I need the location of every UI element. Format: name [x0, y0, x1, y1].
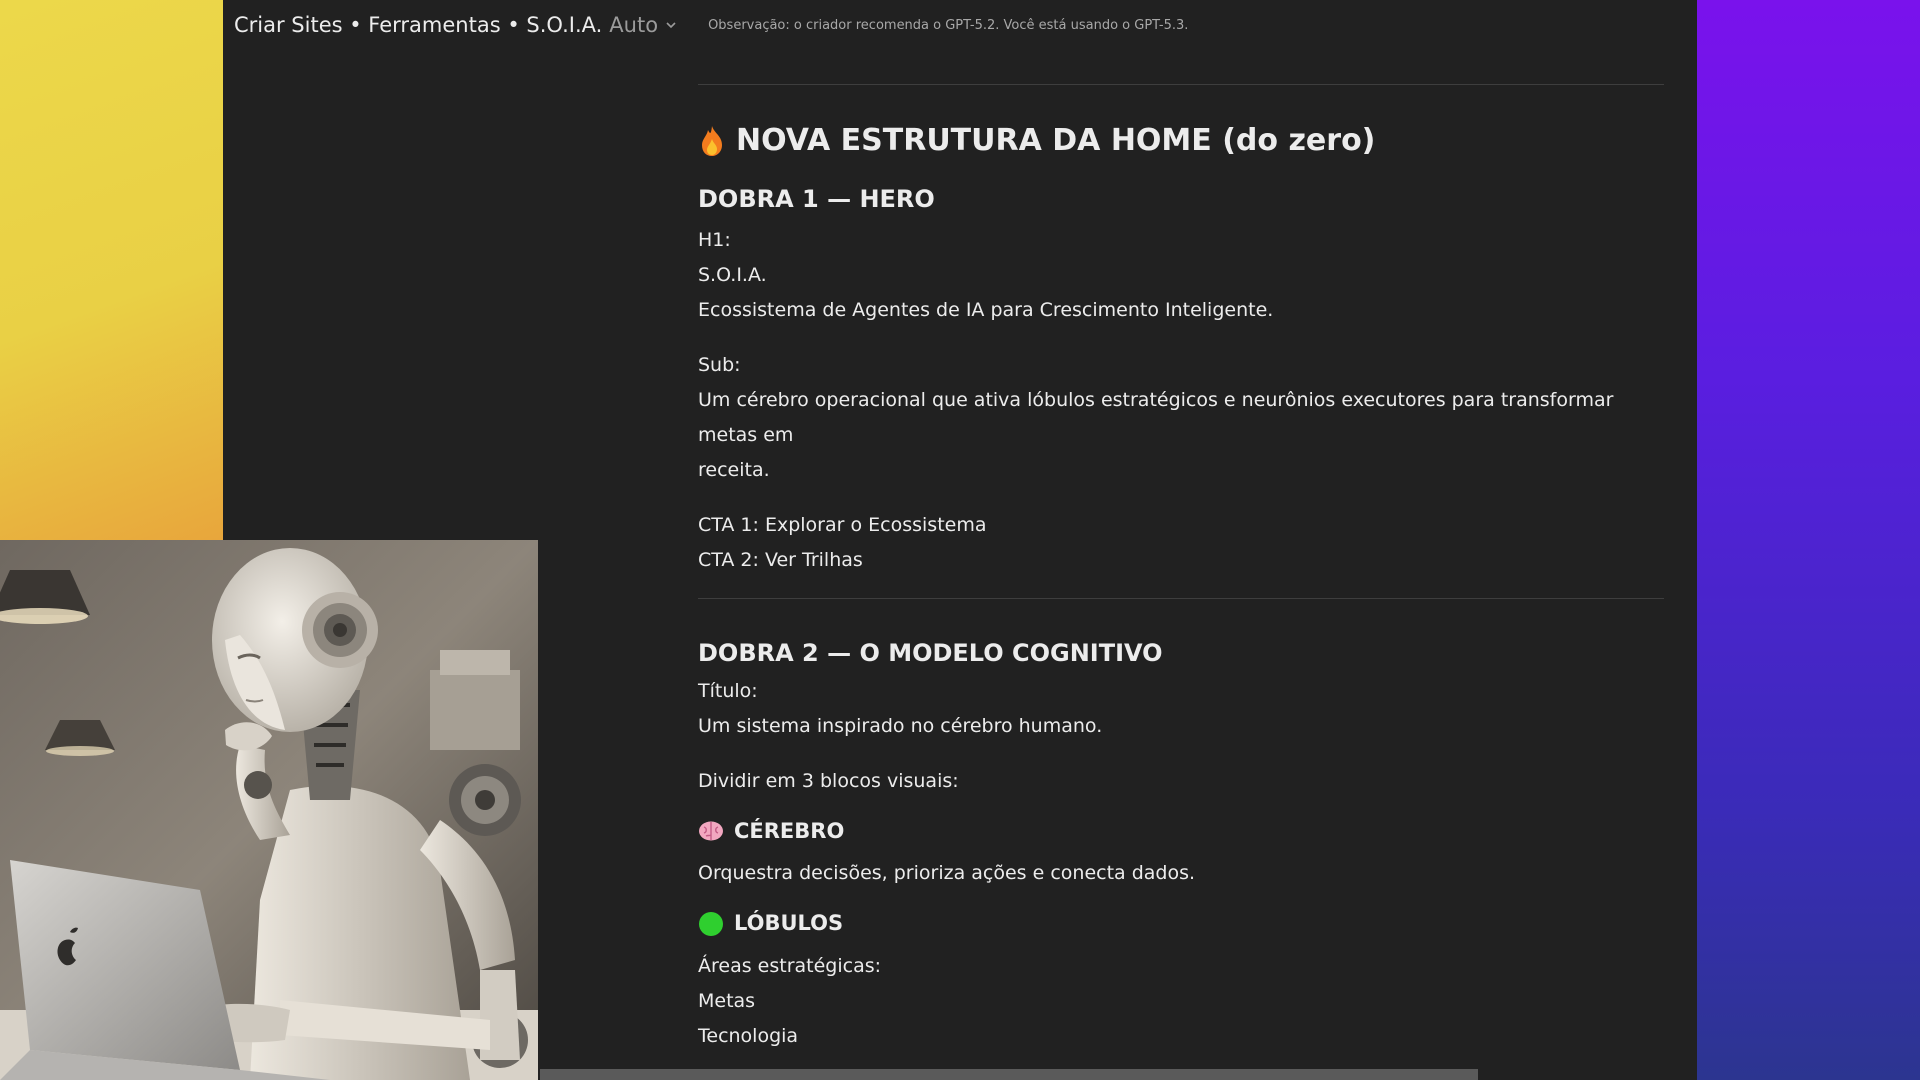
gpt-title: Criar Sites • Ferramentas • S.O.I.A. [234, 13, 603, 37]
right-gradient-background [1697, 0, 1920, 1080]
cerebro-desc: Orquestra decisões, prioriza ações e con… [698, 861, 1196, 884]
brain-icon [699, 821, 723, 841]
cerebro-title: CÉREBRO [734, 818, 845, 843]
divider [698, 597, 1664, 599]
dividir-text: Dividir em 3 blocos visuais: [698, 769, 959, 792]
assistant-message: NOVA ESTRUTURA DA HOME (do zero) DOBRA 1… [698, 84, 1664, 1054]
model-notice: Observação: o criador recomenda o GPT-5.… [708, 17, 1189, 33]
titulo-label: Título: [698, 679, 758, 702]
heading-text: NOVA ESTRUTURA DA HOME (do zero) [736, 123, 1376, 158]
cerebro-heading: CÉREBRO [698, 819, 1664, 844]
sub-label: Sub: [698, 353, 741, 376]
h1-line-2: Ecossistema de Agentes de IA para Cresci… [698, 298, 1274, 321]
model-mode: Auto [609, 13, 659, 37]
sub-line-1: Um cérebro operacional que ativa lóbulos… [698, 388, 1614, 446]
horizontal-scrollbar[interactable] [540, 1069, 1478, 1080]
green-circle-icon [699, 911, 723, 936]
cta-1: CTA 1: Explorar o Ecossistema [698, 513, 987, 536]
robot-illustration [0, 540, 538, 1080]
robot-laptop-image [0, 540, 538, 1080]
sub-line-2: receita. [698, 458, 770, 481]
model-selector[interactable]: Criar Sites • Ferramentas • S.O.I.A. Aut… [234, 13, 678, 37]
titulo-value: Um sistema inspirado no cérebro humano. [698, 714, 1103, 737]
top-bar: Criar Sites • Ferramentas • S.O.I.A. Aut… [223, 0, 1697, 50]
left-gradient-background [0, 0, 223, 540]
section-1-title: DOBRA 1 — HERO [698, 185, 935, 213]
h1-line-1: S.O.I.A. [698, 263, 767, 286]
lobulos-title: LÓBULOS [734, 911, 844, 936]
section-2-title: DOBRA 2 — O MODELO COGNITIVO [698, 638, 1163, 667]
chevron-down-icon [666, 22, 676, 29]
fire-icon [702, 126, 722, 156]
cta-2: CTA 2: Ver Trilhas [698, 548, 863, 571]
list-item: Tecnologia [698, 1024, 799, 1047]
message-heading: NOVA ESTRUTURA DA HOME (do zero) [698, 123, 1664, 159]
divider [698, 84, 1664, 85]
lobulos-label: Áreas estratégicas: [698, 954, 882, 977]
lobulos-heading: LÓBULOS [698, 911, 1664, 937]
list-item: Metas [698, 989, 756, 1012]
h1-label: H1: [698, 228, 731, 251]
